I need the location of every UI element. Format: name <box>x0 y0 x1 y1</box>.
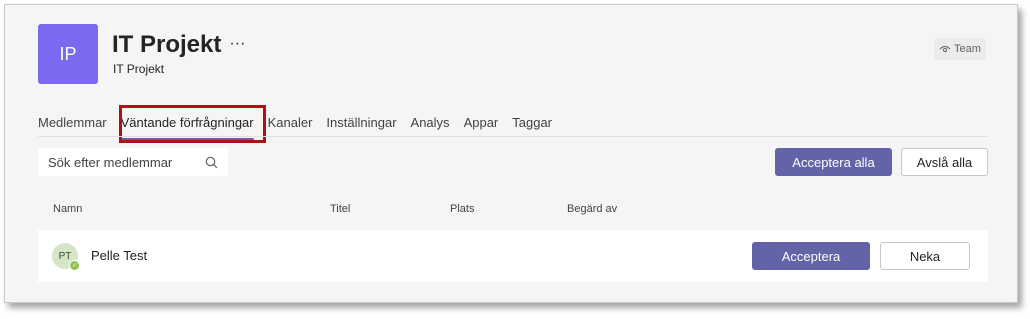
avatar-initials: PT <box>58 250 72 262</box>
tab-settings[interactable]: Inställningar <box>326 115 396 135</box>
column-header-title: Titel <box>330 203 351 215</box>
team-subtitle: IT Projekt <box>113 62 165 76</box>
search-members-field[interactable]: Sök efter medlemmar <box>38 148 228 176</box>
team-badge-label: Team <box>954 43 981 55</box>
team-name: IT Projekt <box>112 31 222 58</box>
tab-channels[interactable]: Kanaler <box>268 115 313 135</box>
tab-bar: Medlemmar Väntande förfrågningar Kanaler… <box>38 115 566 141</box>
more-options-button[interactable]: ··· <box>229 35 245 52</box>
search-placeholder: Sök efter medlemmar <box>48 154 173 170</box>
team-avatar: IP <box>38 24 98 84</box>
tab-analytics[interactable]: Analys <box>411 115 450 135</box>
annotation-highlight-box <box>119 105 266 143</box>
accept-all-button[interactable]: Acceptera alla <box>775 148 892 176</box>
column-header-name: Namn <box>53 203 83 215</box>
column-header-location: Plats <box>450 203 475 215</box>
tab-apps[interactable]: Appar <box>464 115 499 135</box>
member-name: Pelle Test <box>91 248 148 263</box>
decline-all-button[interactable]: Avslå alla <box>901 148 988 176</box>
eye-icon <box>939 46 951 53</box>
accept-button[interactable]: Acceptera <box>752 242 870 270</box>
team-type-badge: Team <box>934 38 986 60</box>
tab-tags[interactable]: Taggar <box>512 115 552 135</box>
team-title: IT Projekt ··· <box>112 31 245 59</box>
team-settings-panel: IP IT Projekt ··· IT Projekt Team Medlemm… <box>4 4 1018 303</box>
status-available-icon: ✓ <box>69 260 80 271</box>
team-initials: IP <box>59 43 77 64</box>
deny-button[interactable]: Neka <box>880 242 970 270</box>
tabs-divider <box>38 136 988 137</box>
tab-members[interactable]: Medlemmar <box>38 115 107 135</box>
table-row: PT ✓ Pelle Test Acceptera Neka <box>38 230 988 282</box>
avatar: PT ✓ <box>52 243 80 271</box>
search-icon[interactable] <box>205 156 218 169</box>
column-header-requested-by: Begärd av <box>567 203 618 215</box>
